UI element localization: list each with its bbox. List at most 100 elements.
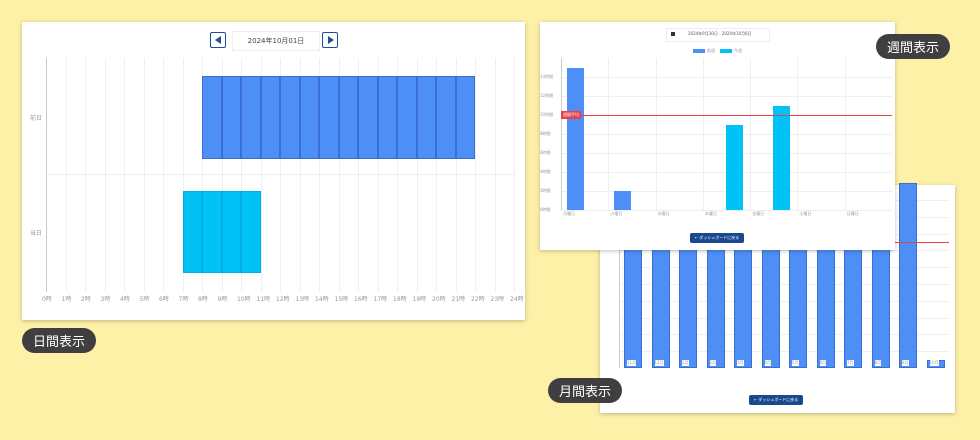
timeline-block xyxy=(182,191,202,273)
week-range: 2024年9月30日 - 2024年10月6日 xyxy=(688,31,752,36)
bar-prev-week xyxy=(614,191,632,210)
y-tick-label: 12時間 xyxy=(540,93,554,98)
grid-line xyxy=(475,58,476,292)
x-tick-label: 7時 xyxy=(178,296,189,303)
timeline-block xyxy=(241,191,261,273)
y-tick-label: 14時間 xyxy=(540,74,554,79)
x-tick-label: 15時 xyxy=(334,296,349,303)
timeline-block xyxy=(280,76,300,159)
x-tick-label: 20時 xyxy=(432,296,446,303)
y-tick-label: 10時間 xyxy=(540,112,554,117)
x-tick-label: 6月 xyxy=(819,360,827,366)
monthly-view-badge: 月間表示 xyxy=(548,378,623,403)
daily-plot-area: 0時 1時 2時 3時 4時 5時 6時 7時 8時 9時 10時 11時 12時 13時 14時 15時 16… xyxy=(42,58,524,303)
weekly-panel: 2024年9月30日 - 2024年10月6日 前週 今週 14時間 12時間 10… xyxy=(540,22,895,250)
grid-line xyxy=(163,58,164,292)
x-tick-label: 10月 xyxy=(929,360,939,366)
x-tick-label: 16時 xyxy=(354,296,368,303)
bar-prev-week xyxy=(567,67,584,210)
x-tick-label: 0時 xyxy=(42,296,52,303)
legend-swatch-prev xyxy=(693,49,705,53)
grid-line xyxy=(797,58,799,210)
timeline-block xyxy=(338,76,358,159)
x-tick-label: 23時 xyxy=(490,296,505,303)
timeline-block xyxy=(241,76,261,159)
grid-line xyxy=(104,58,106,292)
grid-line xyxy=(608,58,610,210)
row-label-today: 当日 xyxy=(30,230,43,237)
grid-line xyxy=(561,77,892,78)
timeline-block xyxy=(202,191,222,273)
x-tick-label: 7月 xyxy=(847,360,854,366)
daily-panel: 2024年10月01日 0時 1時 2時 3時 4時 5時 6時 7時 8時 9時 10時 11時 12… xyxy=(22,22,525,320)
grid-line xyxy=(702,58,704,210)
x-tick-label: 17時 xyxy=(373,296,388,303)
timeline-block xyxy=(397,76,417,159)
prev-day-button[interactable] xyxy=(210,32,226,48)
x-tick-label: 火曜日 xyxy=(610,211,623,216)
grid-line xyxy=(494,58,496,292)
x-tick-label: 5月 xyxy=(792,360,799,366)
y-tick-label: 6時間 xyxy=(540,150,551,155)
daily-view-badge: 日間表示 xyxy=(22,328,97,353)
x-tick-label: 6時 xyxy=(159,296,169,303)
x-tick-label: 9時 xyxy=(217,296,228,303)
weekly-dashboard-button[interactable]: ← ダッシュボードに戻る xyxy=(690,233,744,243)
x-tick-label: 24時 xyxy=(510,296,524,303)
x-tick-label: 11時 xyxy=(256,296,271,303)
date-display: 2024年10月01日 xyxy=(232,31,320,51)
grid-line xyxy=(124,58,125,292)
timeline-block xyxy=(455,76,475,159)
grid-line xyxy=(514,58,515,292)
y-axis-line xyxy=(46,58,47,292)
grid-line xyxy=(844,58,846,210)
weekly-plot-area: 14時間 12時間 10時間 8時間 6時間 4時間 2時間 0時間 月曜日 火曜日 水曜日 木曜日 金… xyxy=(540,58,892,216)
x-tick-label: 5時 xyxy=(139,296,150,303)
x-tick-label: 1時 xyxy=(61,296,72,303)
x-tick-label: 2月 xyxy=(709,360,717,366)
x-tick-label: 19時 xyxy=(412,296,427,303)
grid-line xyxy=(143,58,145,292)
x-tick-label: 18時 xyxy=(393,296,407,303)
x-tick-label: 4月 xyxy=(764,360,772,366)
monthly-dashboard-button[interactable]: ← ダッシュボードに戻る xyxy=(749,395,803,405)
y-axis-line xyxy=(561,58,562,210)
next-day-button[interactable] xyxy=(322,32,338,48)
y-tick-label: 0時間 xyxy=(540,207,551,212)
x-tick-label: 8月 xyxy=(874,360,882,366)
x-tick-label: 4時 xyxy=(120,296,130,303)
average-line xyxy=(561,115,892,116)
timeline-block xyxy=(202,76,222,159)
x-tick-label: 13時 xyxy=(295,296,310,303)
legend-label-prev: 前週 xyxy=(707,48,715,53)
x-tick-label: 日曜日 xyxy=(846,211,859,216)
y-tick-label: 8時間 xyxy=(540,131,551,136)
grid-line xyxy=(85,58,86,292)
y-tick-label: 2時間 xyxy=(540,188,551,193)
timeline-block xyxy=(358,76,378,159)
x-tick-label: 2時 xyxy=(81,296,91,303)
triangle-left-icon xyxy=(215,36,221,44)
x-tick-label: 14時 xyxy=(315,296,329,303)
x-tick-label: 12月 xyxy=(654,360,664,366)
x-tick-label: 水曜日 xyxy=(657,211,670,216)
x-tick-label: 9月 xyxy=(902,360,909,366)
x-tick-label: 1月 xyxy=(682,360,689,366)
x-tick-label: 10時 xyxy=(237,296,251,303)
x-tick-label: 11月 xyxy=(627,360,637,366)
x-tick-label: 22時 xyxy=(471,296,485,303)
calendar-icon[interactable] xyxy=(671,32,675,36)
triangle-right-icon xyxy=(328,36,334,44)
timeline-block xyxy=(377,76,397,159)
timeline-block xyxy=(221,76,241,159)
x-tick-label: 8時 xyxy=(198,296,208,303)
timeline-block xyxy=(221,191,241,273)
average-label: 週間平均 xyxy=(561,111,581,119)
bar-this-week xyxy=(725,124,743,210)
grid-line xyxy=(65,58,67,292)
timeline-block xyxy=(436,76,456,159)
row-label-previous: 前日 xyxy=(30,115,43,122)
x-tick-label: 21時 xyxy=(451,296,466,303)
timeline-block xyxy=(416,76,436,159)
grid-line xyxy=(561,96,892,97)
